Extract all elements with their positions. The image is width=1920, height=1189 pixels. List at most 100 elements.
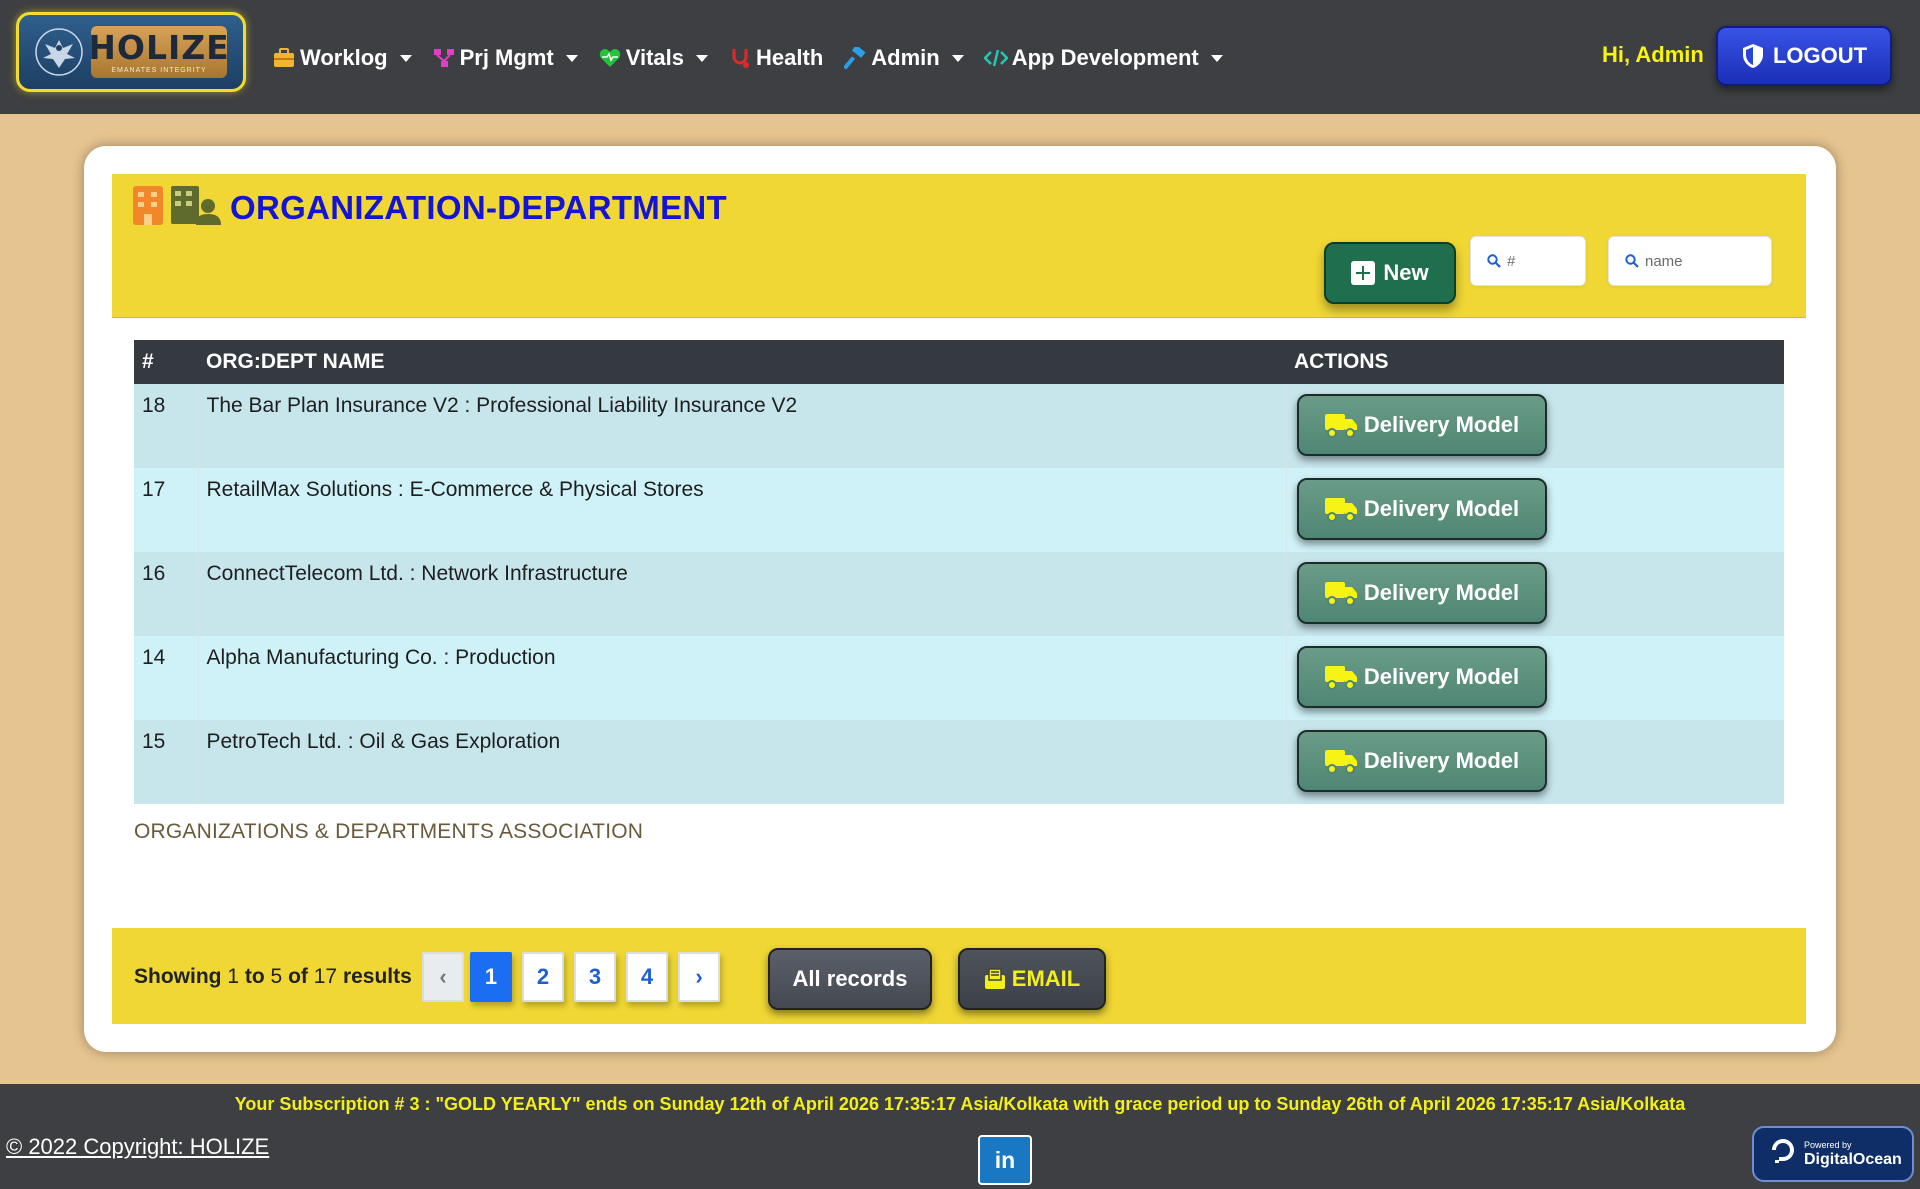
search-id-input[interactable] [1507,252,1585,270]
digitalocean-text: Powered by DigitalOcean [1804,1140,1902,1168]
truck-icon [1324,412,1358,438]
table-header-row: # ORG:DEPT NAME ACTIONS [134,340,1784,384]
delivery-model-label: Delivery Model [1363,748,1520,773]
row-actions: Delivery Model [1286,636,1784,720]
new-button[interactable]: New [1324,242,1456,304]
main-nav: Worklog Prj Mgmt Vitals Health Admin App… [272,38,1243,78]
hammer-icon [843,46,867,70]
table-row: 15 PetroTech Ltd. : Oil & Gas Exploratio… [134,720,1784,804]
row-name: RetailMax Solutions : E-Commerce & Physi… [198,468,1287,552]
nav-label: App Development [1011,45,1199,70]
delivery-model-label: Delivery Model [1363,496,1520,521]
linkedin-icon[interactable]: in [978,1135,1032,1185]
logout-button[interactable]: LOGOUT [1716,26,1892,86]
org-dept-table: # ORG:DEPT NAME ACTIONS 18 The Bar Plan … [134,340,1784,804]
nav-worklog[interactable]: Worklog [272,45,412,71]
page-3-button[interactable]: 3 [574,952,616,1002]
table-row: 18 The Bar Plan Insurance V2 : Professio… [134,384,1784,468]
department-people-icon [170,184,222,231]
nav-label: Prj Mgmt [459,45,554,70]
brand-name: HOLIZE [88,28,230,67]
page-prev-button[interactable]: ‹ [422,952,464,1002]
digitalocean-badge[interactable]: Powered by DigitalOcean [1752,1126,1914,1182]
greeting: Hi, Admin [1602,42,1704,67]
delivery-model-button[interactable]: Delivery Model [1296,730,1547,792]
building-icon [132,184,164,231]
search-icon [1487,254,1501,268]
plus-square-icon [1351,261,1376,285]
row-actions: Delivery Model [1286,720,1784,804]
row-name: ConnectTelecom Ltd. : Network Infrastruc… [198,552,1287,636]
truck-icon [1324,580,1358,606]
row-name: Alpha Manufacturing Co. : Production [198,636,1287,720]
header-id[interactable]: # [134,340,198,384]
main-card: ORGANIZATION-DEPARTMENT New # ORG:DEPT N… [84,146,1836,1052]
health-icon [728,46,752,70]
nav-label: Vitals [625,45,685,70]
results-summary: Showing 1 to 5 of 17 results [134,965,412,989]
delivery-model-button[interactable]: Delivery Model [1296,394,1547,456]
page-title: ORGANIZATION-DEPARTMENT [230,188,727,226]
page-2-button[interactable]: 2 [522,952,564,1002]
row-id: 18 [134,384,199,468]
page-next-button[interactable]: › [678,952,720,1002]
truck-icon [1324,496,1358,522]
chevron-down-icon [696,54,709,62]
briefcase-icon [272,46,296,70]
nav-label: Worklog [300,45,388,70]
delivery-model-button[interactable]: Delivery Model [1296,478,1547,540]
copyright-link[interactable]: © 2022 Copyright: HOLIZE [6,1134,269,1160]
association-label: ORGANIZATIONS & DEPARTMENTS ASSOCIATION [134,820,644,843]
nav-vitals[interactable]: Vitals [598,45,709,71]
nav-app-development[interactable]: App Development [983,45,1223,71]
search-id-field [1470,236,1586,286]
heart-pulse-icon [598,46,622,70]
logout-label: LOGOUT [1772,43,1868,68]
brand-logo[interactable]: HOLIZE EMANATES INTEGRITY [16,12,246,92]
row-name: PetroTech Ltd. : Oil & Gas Exploration [198,720,1287,804]
subscription-notice: Your Subscription # 3 : "GOLD YEARLY" en… [234,1094,1686,1114]
page-1-button[interactable]: 1 [470,952,512,1002]
page-footer: Your Subscription # 3 : "GOLD YEARLY" en… [0,1084,1920,1189]
row-actions: Delivery Model [1286,468,1784,552]
pagination-band: Showing 1 to 5 of 17 results ‹ 1 2 3 4 ›… [112,928,1806,1024]
header-name[interactable]: ORG:DEPT NAME [198,340,1286,384]
search-icon [1625,254,1639,268]
delivery-model-label: Delivery Model [1363,412,1520,437]
nav-admin[interactable]: Admin [843,45,964,71]
of-word: of [288,965,308,988]
row-id: 16 [134,552,199,636]
delivery-model-button[interactable]: Delivery Model [1296,646,1547,708]
showing-from: 1 [227,965,240,988]
nav-health[interactable]: Health [728,45,823,71]
email-button[interactable]: EMAIL [958,948,1106,1010]
search-name-field [1608,236,1772,286]
chevron-down-icon [1210,54,1223,62]
row-id: 14 [134,636,199,720]
table-row: 16 ConnectTelecom Ltd. : Network Infrast… [134,552,1784,636]
project-tree-icon [432,46,456,70]
showing-to: 5 [270,965,283,988]
header-band: ORGANIZATION-DEPARTMENT New [112,174,1806,318]
table-row: 14 Alpha Manufacturing Co. : Production … [134,636,1784,720]
title-icons [132,184,222,231]
brand-plate: HOLIZE EMANATES INTEGRITY [88,26,230,78]
provider-name: DigitalOcean [1804,1150,1902,1168]
search-name-input[interactable] [1645,252,1771,270]
delivery-model-button[interactable]: Delivery Model [1296,562,1547,624]
header-actions: ACTIONS [1286,340,1784,384]
code-icon [983,46,1008,70]
envelope-icon [984,968,1006,990]
row-actions: Delivery Model [1286,552,1784,636]
page-4-button[interactable]: 4 [626,952,668,1002]
nav-label: Health [756,45,824,70]
nav-prj-mgmt[interactable]: Prj Mgmt [432,45,578,71]
nav-label: Admin [871,45,940,70]
pagination: ‹ 1 2 3 4 › [422,952,730,1002]
to-word: to [244,965,265,988]
new-label: New [1383,260,1429,285]
all-records-button[interactable]: All records [768,948,932,1010]
chevron-down-icon [951,54,964,62]
row-name: The Bar Plan Insurance V2 : Professional… [198,384,1287,468]
showing-word: Showing [134,965,222,988]
